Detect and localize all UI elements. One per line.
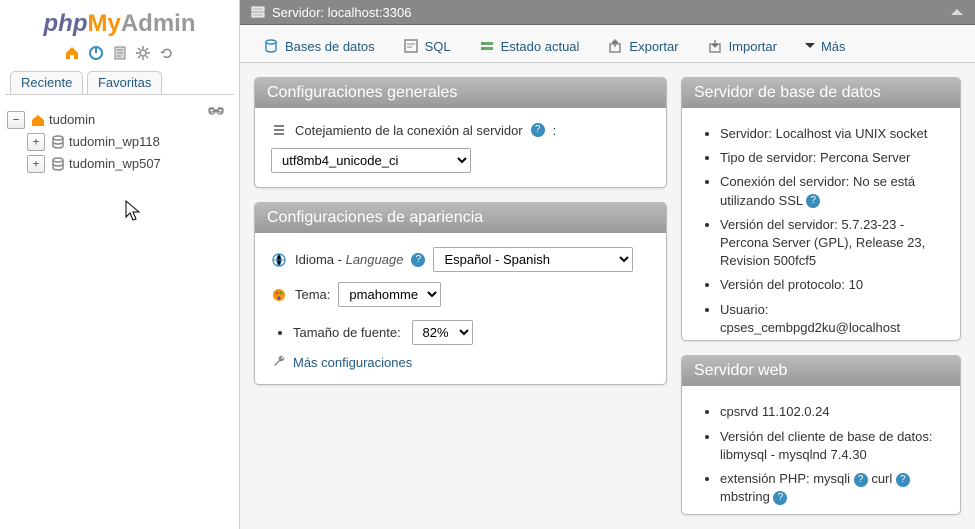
collation-select[interactable]: utf8mb4_unicode_ci — [271, 148, 471, 173]
panel-title: Configuraciones de apariencia — [255, 203, 666, 233]
tree-db-label: tudomin_wp118 — [69, 134, 160, 149]
info-item: Versión del servidor: 5.7.23-23 - Percon… — [720, 213, 944, 274]
tree-root-label: tudomin — [49, 112, 95, 127]
fontsize-select[interactable]: 82% — [412, 320, 473, 345]
nav-icon-row — [5, 42, 234, 67]
expand-icon[interactable]: + — [27, 133, 45, 151]
tab-label: Bases de datos — [285, 39, 375, 54]
panel-title: Configuraciones generales — [255, 78, 666, 108]
info-item: Usuario: cpses_cembpgd2ku@localhost — [720, 298, 944, 340]
web-server-info-list: cpsrvd 11.102.0.24 Versión del cliente d… — [698, 400, 944, 515]
info-item: Versión del cliente de base de datos: li… — [720, 425, 944, 467]
db-tree: − tudomin + tudomin_wp118 + tudomin_wp50… — [5, 103, 234, 181]
theme-label: Tema: — [295, 287, 330, 302]
settings-icon[interactable] — [135, 45, 151, 61]
database-icon — [263, 38, 279, 54]
help-icon[interactable]: ? — [411, 253, 425, 267]
tab-sql[interactable]: SQL — [390, 31, 464, 62]
tab-import[interactable]: Importar — [694, 31, 790, 62]
tab-label: Más — [821, 39, 846, 54]
tree-db-item[interactable]: + tudomin_wp118 — [27, 131, 232, 153]
home-small-icon — [30, 112, 46, 128]
info-item: Conexión del servidor: No se está utiliz… — [720, 170, 944, 212]
language-label: Idioma - Language — [295, 252, 403, 267]
tab-recent[interactable]: Reciente — [10, 71, 83, 94]
help-icon[interactable]: ? — [531, 123, 545, 137]
wrench-icon — [271, 354, 287, 370]
tree-root[interactable]: − tudomin — [7, 109, 208, 131]
collation-icon — [271, 122, 287, 138]
collapse-panel-icon[interactable] — [949, 7, 965, 17]
language-icon — [271, 252, 287, 268]
main-area: Servidor: localhost:3306 Bases de datos … — [240, 0, 975, 529]
info-item: Conjunto de caracteres del servidor: UTF… — [720, 340, 944, 342]
top-menu: Bases de datos SQL Estado actual Exporta… — [240, 25, 975, 63]
tab-label: Exportar — [629, 39, 678, 54]
theme-icon — [271, 287, 287, 303]
more-settings-label: Más configuraciones — [293, 355, 412, 370]
sql-icon — [403, 38, 419, 54]
logo-my: My — [87, 10, 120, 37]
tab-label: Estado actual — [501, 39, 580, 54]
language-select[interactable]: Español - Spanish — [433, 247, 633, 272]
database-icon — [50, 156, 66, 172]
import-icon — [707, 38, 723, 54]
tab-label: Importar — [729, 39, 777, 54]
tab-export[interactable]: Exportar — [594, 31, 691, 62]
fontsize-label: Tamaño de fuente: — [293, 325, 401, 340]
theme-select[interactable]: pmahomme — [338, 282, 441, 307]
help-icon[interactable]: ? — [806, 194, 820, 208]
help-icon[interactable]: ? — [773, 491, 787, 505]
chevron-down-icon — [805, 43, 815, 53]
help-icon[interactable]: ? — [854, 473, 868, 487]
reload-icon[interactable] — [159, 45, 175, 61]
tab-databases[interactable]: Bases de datos — [250, 31, 388, 62]
tab-more[interactable]: Más — [792, 31, 859, 62]
help-icon[interactable]: ? — [896, 473, 910, 487]
logo-admin: Admin — [121, 10, 196, 37]
panel-title: Servidor de base de datos — [682, 78, 960, 108]
tab-label: SQL — [425, 39, 451, 54]
collation-label: Cotejamiento de la conexión al servidor — [295, 123, 523, 138]
logo: phpMyAdmin — [5, 8, 234, 42]
home-icon[interactable] — [64, 45, 80, 61]
info-item: Servidor: Localhost via UNIX socket — [720, 122, 944, 146]
info-item: Tipo de servidor: Percona Server — [720, 146, 944, 170]
info-item: Versión del protocolo: 10 — [720, 273, 944, 297]
panel-title: Servidor web — [682, 356, 960, 386]
panel-appearance-settings: Configuraciones de apariencia Idioma - L… — [254, 202, 667, 385]
tab-favorites[interactable]: Favoritas — [87, 71, 162, 94]
logo-php: php — [44, 10, 88, 37]
link-icon[interactable] — [208, 107, 224, 117]
database-icon — [50, 134, 66, 150]
docs-icon[interactable] — [112, 45, 128, 61]
logout-icon[interactable] — [88, 45, 104, 61]
panel-general-settings: Configuraciones generales Cotejamiento d… — [254, 77, 667, 188]
expand-icon[interactable]: + — [27, 155, 45, 173]
info-item: Versión de PHP: 7.4.30 — [720, 509, 944, 515]
collapse-icon[interactable]: − — [7, 111, 25, 129]
tree-db-item[interactable]: + tudomin_wp507 — [27, 153, 232, 175]
navigation-panel: phpMyAdmin Reciente Favoritas − tudomin … — [0, 0, 240, 529]
tree-db-label: tudomin_wp507 — [69, 156, 161, 171]
info-item: extensión PHP: mysqli ? curl ? mbstring … — [720, 467, 944, 509]
panel-web-server: Servidor web cpsrvd 11.102.0.24 Versión … — [681, 355, 961, 515]
server-label[interactable]: Servidor: localhost:3306 — [272, 5, 411, 20]
info-item: cpsrvd 11.102.0.24 — [720, 400, 944, 424]
more-settings-link[interactable]: Más configuraciones — [271, 348, 650, 370]
tab-status[interactable]: Estado actual — [466, 31, 593, 62]
server-icon — [250, 4, 266, 20]
breadcrumb-bar: Servidor: localhost:3306 — [240, 0, 975, 25]
db-server-info-list: Servidor: Localhost via UNIX socket Tipo… — [698, 122, 944, 341]
status-icon — [479, 38, 495, 54]
export-icon — [607, 38, 623, 54]
panel-db-server: Servidor de base de datos Servidor: Loca… — [681, 77, 961, 341]
sidebar-tabs: Reciente Favoritas — [5, 71, 234, 95]
